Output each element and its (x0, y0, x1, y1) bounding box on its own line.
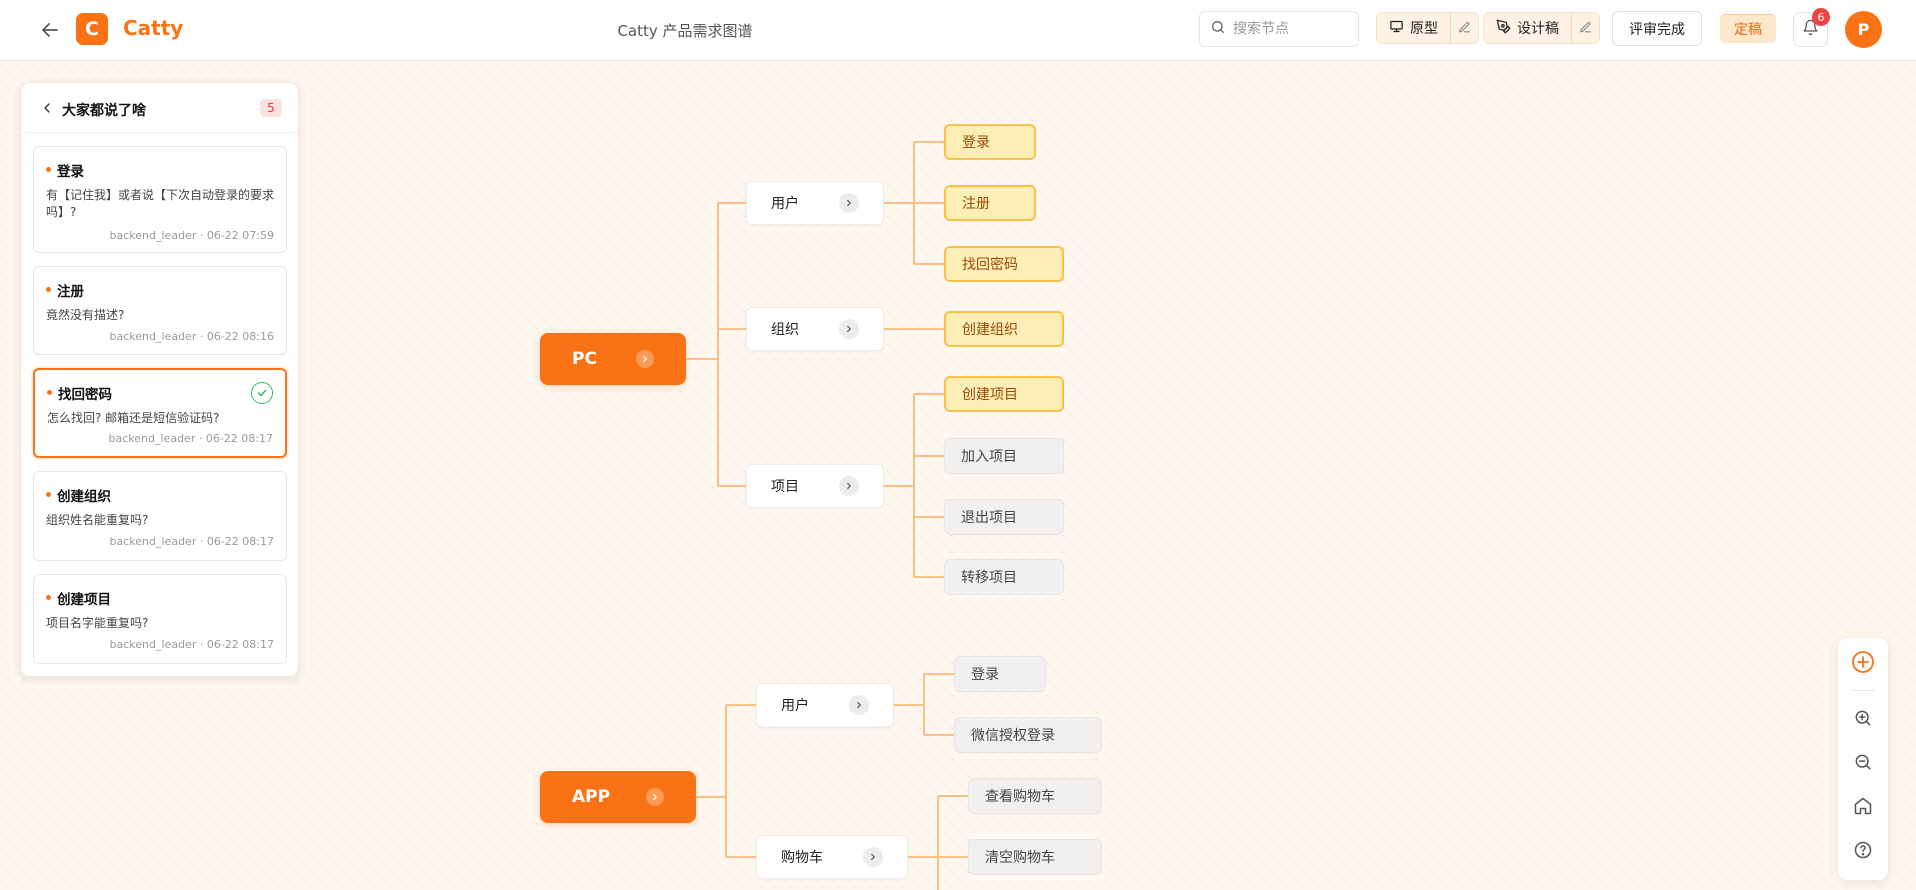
comment-meta: backend_leader · 06-22 08:16 (109, 330, 274, 343)
prototype-button[interactable]: 原型 (1377, 13, 1450, 43)
edit-prototype-button[interactable] (1450, 13, 1478, 43)
leaf-node-recover-password[interactable]: 找回密码 (944, 246, 1064, 282)
search-input[interactable] (1233, 21, 1343, 37)
user-avatar[interactable]: P (1845, 11, 1882, 48)
comment-meta: backend_leader · 06-22 08:17 (109, 638, 274, 651)
comment-dot (46, 492, 51, 497)
prototype-button-group: 原型 (1376, 12, 1479, 44)
comment-card[interactable]: 创建项目 项目名字能重复吗? backend_leader · 06-22 08… (33, 574, 287, 664)
leaf-node-wechat-login[interactable]: 微信授权登录 (954, 717, 1102, 753)
toolbar-divider (1851, 690, 1875, 691)
root-node-label: PC (572, 349, 597, 369)
node-app-cart[interactable]: 购物车 (756, 835, 908, 879)
comments-count-badge: 5 (260, 99, 282, 117)
edit-design-button[interactable] (1571, 13, 1599, 43)
finalize-button[interactable]: 定稿 (1720, 14, 1776, 43)
leaf-node-join-project[interactable]: 加入项目 (944, 438, 1064, 474)
comments-panel-title: 大家都说了啥 (62, 103, 146, 119)
comment-title: 创建项目 (57, 592, 111, 608)
comment-title: 注册 (57, 284, 84, 300)
leaf-node-login[interactable]: 登录 (944, 124, 1036, 160)
comments-panel-header: 大家都说了啥 5 (21, 83, 298, 133)
comment-body: 怎么找回? 邮箱还是短信验证码? (47, 411, 220, 425)
prototype-label: 原型 (1410, 21, 1438, 37)
comment-card[interactable]: 注册 竟然没有描述? backend_leader · 06-22 08:16 (33, 266, 287, 355)
chevron-right-icon[interactable] (839, 193, 859, 213)
plus-icon[interactable] (1851, 650, 1875, 674)
edit-icon (1458, 19, 1471, 38)
design-button[interactable]: 设计稿 (1484, 13, 1571, 43)
comment-card[interactable]: 登录 有【记住我】或者说【下次自动登录的要求吗】? backend_leader… (33, 146, 287, 253)
review-complete-button[interactable]: 评审完成 (1612, 11, 1702, 46)
chevron-right-icon[interactable] (839, 319, 859, 339)
pen-tool-icon (1496, 19, 1511, 38)
chevron-right-icon[interactable] (636, 350, 654, 368)
help-icon[interactable] (1851, 838, 1875, 862)
node-app-user[interactable]: 用户 (756, 683, 894, 727)
comment-title: 登录 (57, 164, 84, 180)
notification-count-badge: 6 (1812, 8, 1830, 26)
comment-body: 项目名字能重复吗? (46, 616, 149, 630)
leaf-node-view-cart[interactable]: 查看购物车 (968, 778, 1102, 814)
root-node-label: APP (572, 787, 611, 807)
search-icon (1210, 19, 1226, 39)
node-label: 购物车 (781, 850, 823, 866)
home-icon[interactable] (1851, 794, 1875, 818)
node-label: 用户 (781, 698, 809, 714)
node-pc-user[interactable]: 用户 (746, 181, 884, 225)
design-button-group: 设计稿 (1483, 12, 1600, 44)
leaf-node-leave-project[interactable]: 退出项目 (944, 499, 1064, 535)
leaf-node-app-login[interactable]: 登录 (954, 656, 1046, 692)
edit-icon (1579, 19, 1592, 38)
comment-title: 创建组织 (57, 489, 111, 505)
node-label: 项目 (771, 479, 799, 495)
zoom-in-icon[interactable] (1851, 706, 1875, 730)
root-node-app[interactable]: APP (540, 771, 696, 823)
comment-dot (46, 167, 51, 172)
top-bar: C Catty Catty 产品需求图谱 原型 设计稿 (0, 0, 1916, 61)
root-node-pc[interactable]: PC (540, 333, 686, 385)
monitor-icon (1389, 19, 1404, 38)
node-pc-org[interactable]: 组织 (746, 307, 884, 351)
comment-title: 找回密码 (58, 387, 112, 403)
document-title: Catty 产品需求图谱 (617, 22, 753, 40)
comment-body: 竟然没有描述? (46, 308, 125, 322)
comment-meta: backend_leader · 06-22 07:59 (109, 229, 274, 242)
zoom-out-icon[interactable] (1851, 750, 1875, 774)
comment-card-active[interactable]: 找回密码 怎么找回? 邮箱还是短信验证码? backend_leader · 0… (33, 368, 287, 458)
node-label: 用户 (771, 196, 799, 212)
comment-dot (46, 595, 51, 600)
leaf-node-transfer-project[interactable]: 转移项目 (944, 559, 1064, 595)
comment-dot (47, 390, 52, 395)
chevron-right-icon[interactable] (849, 695, 869, 715)
chevron-right-icon[interactable] (863, 847, 883, 867)
node-search-box[interactable] (1199, 11, 1359, 47)
node-pc-project[interactable]: 项目 (746, 464, 884, 508)
node-label: 组织 (771, 322, 799, 338)
design-label: 设计稿 (1517, 21, 1559, 37)
chevron-right-icon[interactable] (839, 476, 859, 496)
comment-dot (46, 287, 51, 292)
chevron-right-icon[interactable] (646, 788, 664, 806)
leaf-node-create-org[interactable]: 创建组织 (944, 311, 1064, 347)
check-icon[interactable] (251, 382, 273, 404)
comment-body: 组织姓名能重复吗? (46, 513, 149, 527)
leaf-node-clear-cart[interactable]: 清空购物车 (968, 839, 1102, 875)
comment-meta: backend_leader · 06-22 08:17 (108, 432, 273, 445)
canvas-toolbar (1838, 638, 1888, 880)
comment-body: 有【记住我】或者说【下次自动登录的要求吗】? (46, 188, 275, 219)
chevron-left-icon[interactable] (39, 100, 55, 116)
comments-panel: 大家都说了啥 5 登录 有【记住我】或者说【下次自动登录的要求吗】? backe… (20, 82, 299, 677)
comment-meta: backend_leader · 06-22 08:17 (109, 535, 274, 548)
comment-card[interactable]: 创建组织 组织姓名能重复吗? backend_leader · 06-22 08… (33, 471, 287, 561)
leaf-node-register[interactable]: 注册 (944, 185, 1036, 221)
leaf-node-create-project[interactable]: 创建项目 (944, 376, 1064, 412)
